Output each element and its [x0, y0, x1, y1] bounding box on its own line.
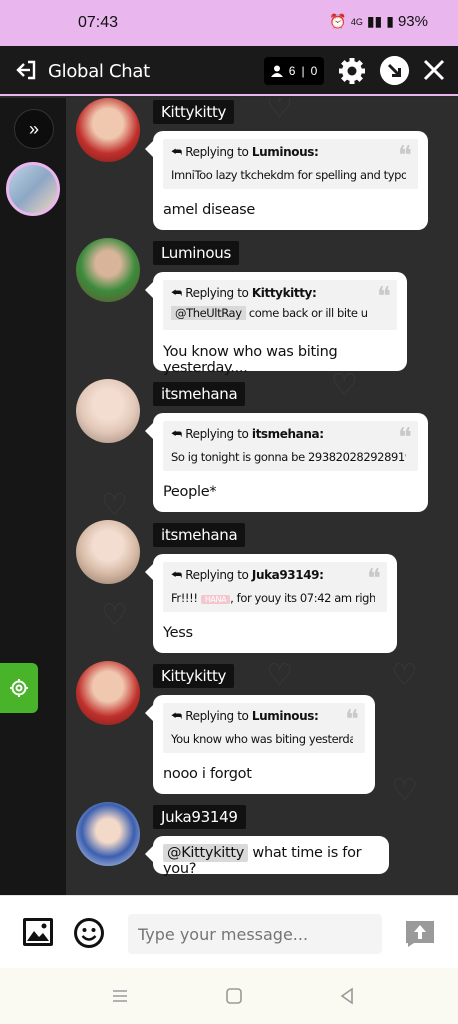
reply-label: Replying to [185, 427, 249, 441]
reply-to-user: Kittykitty: [251, 286, 317, 300]
signal-icon: ▮▮ [366, 13, 383, 29]
chat-area[interactable]: ♡ ♡ ♡ ♡ ♡ ♡ ♡ Kittykitty ⮪ Replying to L… [66, 98, 458, 895]
reply-text: Fr!!!! HANA, for youy its 07:42 am right… [171, 591, 375, 605]
users-count: 6 [288, 64, 296, 78]
chevrons-right-icon[interactable]: » [14, 109, 54, 149]
battery-percent: 93% [397, 13, 428, 30]
reply-text: @TheUltRay come back or ill bite u [171, 306, 385, 320]
chat-header: Global Chat 6 | 0 [0, 46, 458, 96]
signal-label: 4G [350, 16, 363, 27]
message-text: You know who was biting yesterday.... [163, 344, 338, 376]
back-icon[interactable] [337, 986, 357, 1006]
reply-to-user: Juka93149: [251, 568, 324, 582]
username[interactable]: Juka93149 [153, 805, 246, 829]
username[interactable]: itsmehana [153, 382, 246, 406]
avatar[interactable] [76, 379, 140, 443]
reply-header: ⮪ Replying to Kittykitty: [171, 286, 317, 300]
avatar[interactable] [76, 802, 140, 866]
counter-separator: | [301, 64, 305, 78]
quote-icon: ❝ [398, 141, 412, 171]
reply-mention: HANA [200, 595, 231, 604]
username[interactable]: Luminous [153, 241, 239, 265]
reply-to-user: itsmehana: [251, 427, 324, 441]
quote-icon: ❝ [398, 423, 412, 453]
reply-preview[interactable]: ⮪ Replying to itsmehana: ❝ So ig tonight… [163, 421, 418, 471]
battery-icon: ▮ [386, 13, 394, 29]
user-counter[interactable]: 6 | 0 [264, 57, 324, 85]
settings-tab[interactable] [0, 663, 38, 713]
reply-preview[interactable]: ⮪ Replying to Luminous: ❝ ImniToo lazy t… [163, 139, 418, 189]
exit-icon[interactable] [14, 58, 38, 82]
image-icon[interactable] [22, 917, 54, 947]
alarm-icon: ⏰ [329, 13, 347, 29]
heart-icon: ♡ [391, 774, 418, 807]
heart-icon: ♡ [266, 98, 293, 124]
reply-mention: @TheUltRay [171, 306, 246, 320]
send-icon[interactable] [404, 917, 436, 949]
status-icons: ⏰ 4G ▮▮ ▮ 93% [329, 13, 428, 30]
gear-icon [10, 679, 28, 697]
message-bubble[interactable]: ⮪ Replying to Juka93149: ❝ Fr!!!! HANA, … [145, 554, 397, 653]
reply-preview[interactable]: ⮪ Replying to Kittykitty: ❝ @TheUltRay c… [163, 280, 397, 330]
page-title: Global Chat [48, 61, 150, 82]
message-bubble[interactable]: @Kittykitty what time is for you? [145, 836, 389, 877]
reply-label: Replying to [185, 145, 249, 159]
other-count: 0 [310, 64, 318, 78]
status-bar: 07:43 ⏰ 4G ▮▮ ▮ 93% [0, 0, 458, 46]
reply-text: You know who was biting yesterday.... [171, 732, 353, 746]
message-input[interactable] [128, 914, 382, 954]
reply-to-user: Luminous: [251, 145, 319, 159]
avatar[interactable] [76, 238, 140, 302]
reply-text: So ig tonight is gonna be 29382028292891… [171, 450, 406, 464]
quote-icon: ❝ [367, 564, 381, 594]
reply-label: Replying to [185, 286, 249, 300]
reply-text: ImniToo lazy tkchekdm for spelling and t… [171, 168, 406, 182]
heart-icon: ♡ [266, 659, 293, 692]
reply-header: ⮪ Replying to Luminous: [171, 709, 319, 723]
emoji-icon[interactable] [73, 917, 105, 949]
reply-header: ⮪ Replying to Juka93149: [171, 568, 324, 582]
heart-icon: ♡ [101, 599, 128, 632]
reply-to-user: Luminous: [251, 709, 319, 723]
quote-icon: ❝ [345, 705, 359, 735]
left-rail: » [0, 98, 66, 895]
heart-icon: ♡ [391, 659, 418, 692]
home-icon[interactable] [224, 986, 244, 1006]
reply-header: ⮪ Replying to itsmehana: [171, 427, 324, 441]
message-text: Yess [163, 625, 193, 641]
close-icon[interactable] [420, 56, 448, 84]
username[interactable]: Kittykitty [153, 664, 235, 688]
reply-label: Replying to [185, 709, 249, 723]
avatar[interactable] [76, 98, 140, 162]
menu-icon[interactable] [110, 986, 130, 1006]
message-bubble[interactable]: ⮪ Replying to Luminous: ❝ You know who w… [145, 695, 375, 794]
message-composer [0, 895, 458, 968]
avatar[interactable] [6, 162, 60, 216]
heart-icon: ♡ [101, 489, 128, 522]
reply-label: Replying to [185, 568, 249, 582]
message-bubble[interactable]: ⮪ Replying to itsmehana: ❝ So ig tonight… [145, 413, 428, 512]
message-text: nooo i forgot [163, 766, 252, 782]
reply-preview[interactable]: ⮪ Replying to Juka93149: ❝ Fr!!!! HANA, … [163, 562, 387, 612]
reply-text-rest: , for youy its 07:42 am right? [230, 591, 375, 605]
reply-preview[interactable]: ⮪ Replying to Luminous: ❝ You know who w… [163, 703, 365, 753]
avatar[interactable] [76, 520, 140, 584]
minimize-icon[interactable] [380, 56, 409, 85]
reply-text-rest: come back or ill bite u [248, 306, 368, 320]
mention[interactable]: @Kittykitty [163, 844, 249, 862]
reply-text-start: Fr!!!! [171, 591, 198, 605]
username[interactable]: itsmehana [153, 523, 246, 547]
system-nav-bar [0, 968, 458, 1024]
message-bubble[interactable]: ⮪ Replying to Kittykitty: ❝ @TheUltRay c… [145, 272, 407, 376]
username[interactable]: Kittykitty [153, 100, 235, 124]
reply-header: ⮪ Replying to Luminous: [171, 145, 319, 159]
message-text: @Kittykitty what time is for you? [163, 844, 389, 877]
avatar[interactable] [76, 661, 140, 725]
status-time: 07:43 [78, 14, 119, 31]
message-text: People* [163, 484, 217, 500]
gear-icon[interactable] [337, 56, 367, 86]
message-bubble[interactable]: ⮪ Replying to Luminous: ❝ ImniToo lazy t… [145, 131, 428, 230]
user-icon [270, 65, 283, 77]
message-text: amel disease [163, 202, 256, 218]
